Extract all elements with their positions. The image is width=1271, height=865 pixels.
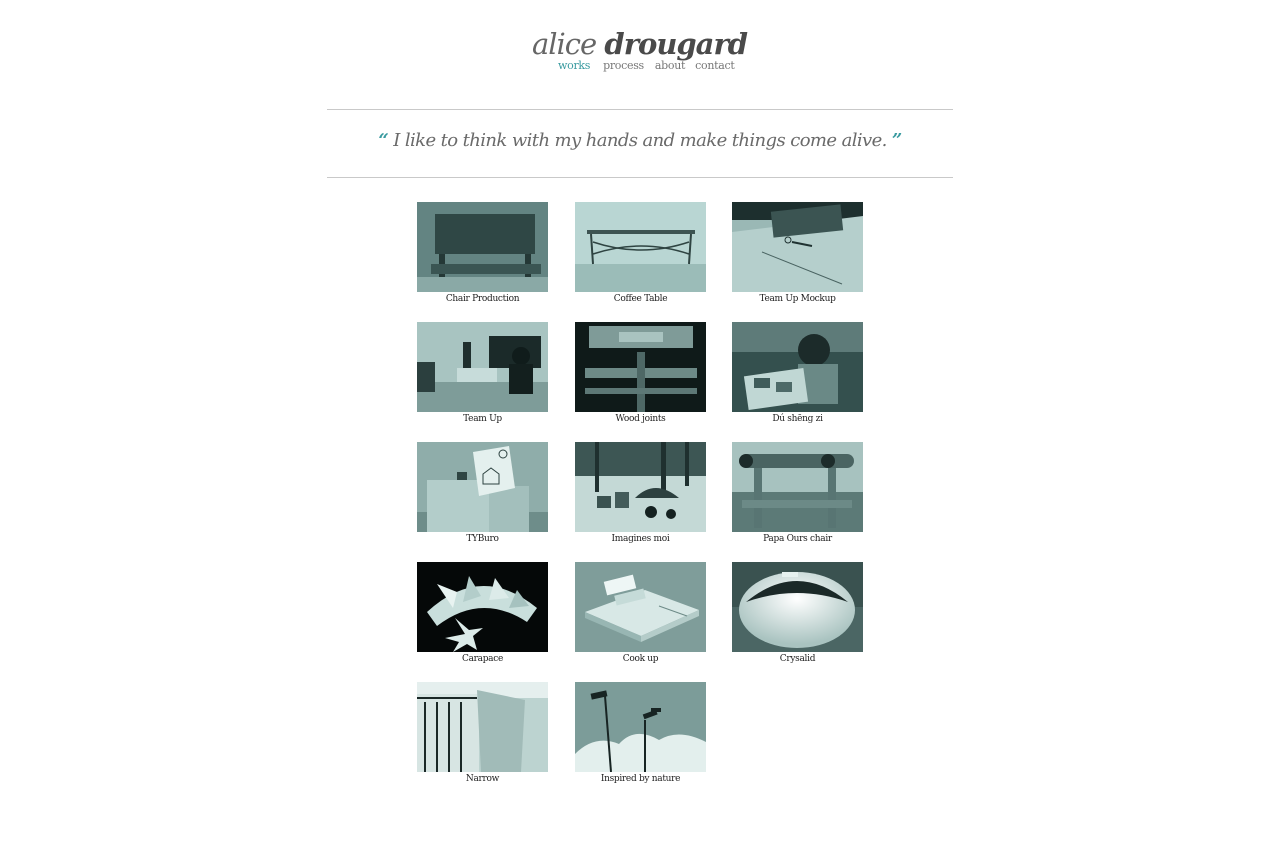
work-tile-team-up[interactable]: Team Up (417, 322, 548, 430)
nav-works[interactable]: works (558, 59, 590, 73)
coffee-table-photo (575, 202, 706, 292)
narrow-photo (417, 682, 548, 772)
work-title: Chair Production (445, 294, 520, 304)
work-title: TYBuro (466, 534, 499, 544)
page: alice drougard works process about conta… (0, 0, 1271, 865)
work-tile-team-up-mockup[interactable]: Team Up Mockup (732, 202, 863, 310)
logo-first-name: alice (531, 27, 597, 61)
work-tile-crysalid[interactable]: Crysalid (732, 562, 863, 670)
logo-last-name: drougard (604, 27, 748, 61)
work-title: Imagines moi (611, 534, 670, 544)
work-title: Coffee Table (613, 294, 668, 304)
work-title: Narrow (465, 774, 500, 784)
log-chair-photo (732, 442, 863, 532)
work-tile-cook-up[interactable]: Cook up (575, 562, 706, 670)
nav-process[interactable]: process (603, 59, 644, 73)
work-tile-chair-production[interactable]: Chair Production (417, 202, 548, 310)
work-title: Team Up Mockup (759, 294, 836, 304)
work-tile-papa-ours-chair[interactable]: Papa Ours chair (732, 442, 863, 550)
crysalid-render (732, 562, 863, 652)
work-title: Crysalid (779, 654, 816, 664)
child-reading-photo (732, 322, 863, 412)
office-photo (417, 322, 548, 412)
nav-contact[interactable]: contact (695, 59, 735, 73)
tyburo-photo (417, 442, 548, 532)
work-tile-narrow[interactable]: Narrow (417, 682, 548, 790)
tagline-quote: “ I like to think with my hands and make… (327, 128, 953, 154)
site-logo[interactable]: alice drougard (0, 26, 1271, 62)
work-tile-imagines-moi[interactable]: Imagines moi (575, 442, 706, 550)
work-tile-carapace[interactable]: Carapace (417, 562, 548, 670)
open-quote-mark: “ (378, 130, 389, 151)
lamp-posts-photo (575, 682, 706, 772)
wood-joints-photo (575, 322, 706, 412)
work-tile-coffee-table[interactable]: Coffee Table (575, 202, 706, 310)
nav-about[interactable]: about (655, 59, 686, 73)
work-tile-du-sheng-zi[interactable]: Dú shēng zi (732, 322, 863, 430)
cookup-render (575, 562, 706, 652)
divider-bottom (327, 177, 953, 178)
work-title: Wood joints (615, 414, 666, 424)
work-title: Papa Ours chair (763, 534, 832, 544)
park-photo (575, 442, 706, 532)
work-tile-tyburo[interactable]: TYBuro (417, 442, 548, 550)
carapace-render (417, 562, 548, 652)
work-tile-wood-joints[interactable]: Wood joints (575, 322, 706, 430)
work-title: Cook up (622, 654, 659, 664)
work-tile-inspired-by-nature[interactable]: Inspired by nature (575, 682, 706, 790)
close-quote-mark: ” (891, 130, 902, 151)
quote-text: I like to think with my hands and make t… (393, 130, 887, 151)
work-title: Inspired by nature (600, 774, 681, 784)
work-title: Carapace (461, 654, 503, 664)
chair-photo (417, 202, 548, 292)
divider-top (327, 109, 953, 110)
work-title: Team Up (463, 414, 502, 424)
work-title: Dú shēng zi (772, 414, 823, 424)
mockup-photo (732, 202, 863, 292)
main-nav: works process about contact (558, 59, 735, 73)
